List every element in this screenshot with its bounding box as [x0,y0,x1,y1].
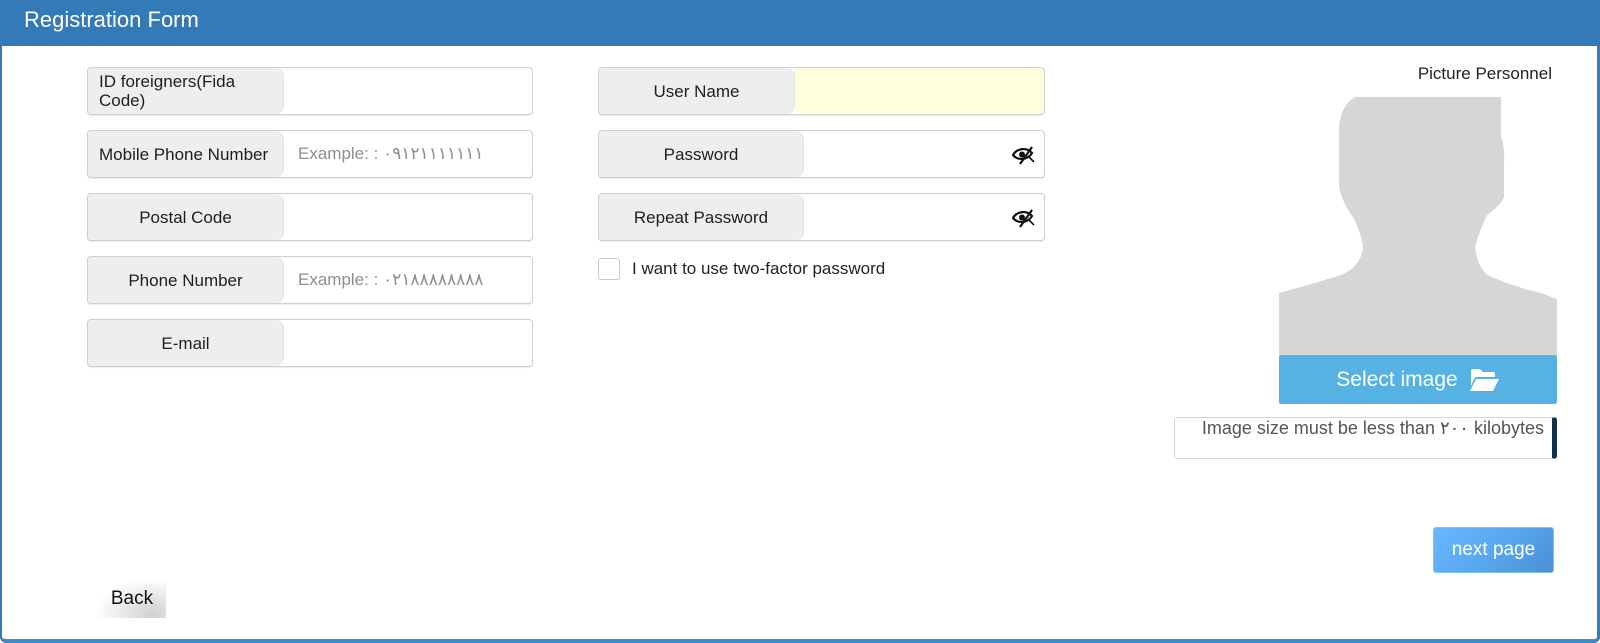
postal-code-label: Postal Code [88,194,284,240]
next-page-button[interactable]: next page [1433,527,1554,573]
email-label: E-mail [88,320,284,366]
image-size-note: Image size must be less than ۲۰۰ kilobyt… [1174,417,1557,459]
mobile-phone-input[interactable] [284,131,532,177]
username-label: User Name [599,68,795,114]
eye-slash-icon[interactable] [1011,207,1036,229]
two-factor-row: I want to use two-factor password [598,258,885,280]
password-field: Password [598,130,1045,178]
email-field: E-mail [87,319,533,367]
registration-window: Registration Form ID foreigners(Fida Cod… [0,0,1600,643]
phone-number-field: Phone Number [87,256,533,304]
page-title: Registration Form [24,7,199,32]
two-factor-label: I want to use two-factor password [632,259,886,278]
person-silhouette-icon [1279,97,1557,355]
password-input[interactable] [804,131,1004,177]
mobile-phone-label: Mobile Phone Number [88,131,284,177]
repeat-password-input[interactable] [804,194,1004,240]
postal-code-field: Postal Code [87,193,533,241]
phone-number-input[interactable] [284,257,532,303]
select-image-label: Select image [1336,367,1458,391]
picture-title: Picture Personnel [1417,64,1552,83]
eye-slash-icon[interactable] [1011,144,1036,166]
fida-code-input[interactable] [284,68,532,114]
back-button[interactable]: Back [98,580,166,618]
fida-code-label: ID foreigners(Fida Code) [88,68,284,114]
email-input[interactable] [284,320,532,366]
repeat-password-label: Repeat Password [599,194,804,240]
username-input[interactable] [795,68,1044,114]
username-field: User Name [598,67,1045,115]
header-bar: Registration Form [2,0,1600,46]
phone-number-label: Phone Number [88,257,284,303]
select-image-button[interactable]: Select image [1279,355,1557,404]
postal-code-input[interactable] [284,194,532,240]
two-factor-checkbox[interactable] [598,258,620,280]
password-label: Password [599,131,804,177]
folder-open-icon [1469,368,1499,391]
repeat-password-field: Repeat Password [598,193,1045,241]
mobile-phone-field: Mobile Phone Number [87,130,533,178]
fida-code-field: ID foreigners(Fida Code) [87,67,533,115]
